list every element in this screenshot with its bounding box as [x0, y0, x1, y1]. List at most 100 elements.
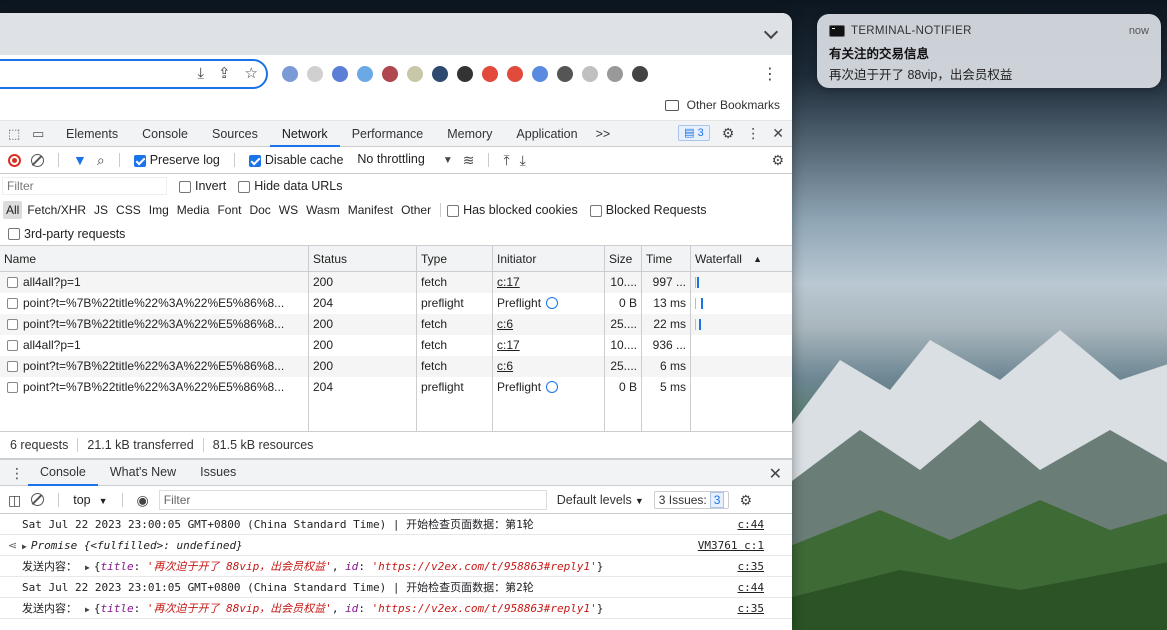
- console-issues-button[interactable]: 3 Issues: 3: [653, 490, 730, 509]
- extension-icon[interactable]: [582, 66, 598, 82]
- drawer-menu-icon[interactable]: ⋮: [10, 465, 24, 481]
- invert-checkbox[interactable]: Invert: [179, 179, 226, 193]
- row-checkbox-icon[interactable]: [7, 277, 18, 289]
- third-party-checkbox[interactable]: 3rd-party requests: [8, 227, 125, 241]
- source-link[interactable]: c:44: [738, 514, 765, 535]
- drawer-tab-issues[interactable]: Issues: [188, 460, 248, 486]
- extension-icon[interactable]: [282, 66, 298, 82]
- source-link[interactable]: c:35: [738, 556, 765, 577]
- blocked-requests-checkbox[interactable]: Blocked Requests: [589, 203, 707, 217]
- table-row[interactable]: point?t=%7B%22title%22%3A%22%E5%86%8... 2…: [0, 293, 792, 314]
- settings-gear-icon[interactable]: ⚙: [722, 125, 735, 141]
- log-levels-select[interactable]: Default levels ▼: [557, 493, 644, 507]
- type-filter-img[interactable]: Img: [146, 201, 172, 219]
- source-link[interactable]: VM3761 c:1: [698, 535, 764, 556]
- drawer-tab-console[interactable]: Console: [28, 460, 98, 486]
- source-link[interactable]: c:44: [738, 577, 765, 598]
- request-initiator[interactable]: c:6: [493, 356, 605, 377]
- console-settings-gear-icon[interactable]: ⚙: [739, 492, 752, 508]
- type-filter-doc[interactable]: Doc: [246, 201, 273, 219]
- col-size[interactable]: Size: [605, 246, 642, 271]
- table-row[interactable]: point?t=%7B%22title%22%3A%22%E5%86%8... 2…: [0, 314, 792, 335]
- row-checkbox-icon[interactable]: [7, 298, 18, 310]
- col-type[interactable]: Type: [417, 246, 493, 271]
- row-checkbox-icon[interactable]: [7, 319, 18, 331]
- install-icon[interactable]: ⤓: [197, 66, 204, 82]
- extension-icon[interactable]: [557, 66, 573, 82]
- notification-banner[interactable]: TERMINAL-NOTIFIER now 有关注的交易信息 再次迫于开了 88…: [817, 14, 1161, 88]
- request-name-cell[interactable]: all4all?p=1: [0, 335, 309, 356]
- tab-application[interactable]: Application: [504, 121, 589, 147]
- extension-icon[interactable]: [632, 66, 648, 82]
- request-initiator[interactable]: c:6: [493, 314, 605, 335]
- clear-icon[interactable]: [31, 153, 44, 167]
- network-filter-input[interactable]: Filter: [2, 177, 167, 195]
- issues-badge[interactable]: ▤ 3: [678, 125, 710, 141]
- col-time[interactable]: Time: [642, 246, 691, 271]
- type-filter-wasm[interactable]: Wasm: [303, 201, 343, 219]
- preserve-log-checkbox[interactable]: Preserve log: [133, 153, 220, 167]
- expand-triangle-icon[interactable]: ▶: [85, 605, 90, 614]
- table-row[interactable]: all4all?p=1 200 fetch c:17 10.... 936 ...: [0, 335, 792, 356]
- share-icon[interactable]: ⇪: [218, 66, 231, 82]
- initiator-value[interactable]: c:17: [497, 338, 520, 352]
- table-row[interactable]: all4all?p=1 200 fetch c:17 10.... 997 ...: [0, 272, 792, 293]
- tab-sources[interactable]: Sources: [200, 121, 270, 147]
- close-drawer-icon[interactable]: ✕: [769, 464, 782, 484]
- type-filter-other[interactable]: Other: [398, 201, 434, 219]
- network-settings-gear-icon[interactable]: ⚙: [771, 152, 784, 168]
- import-har-icon[interactable]: ⤒: [503, 152, 509, 168]
- hide-data-urls-checkbox[interactable]: Hide data URLs: [238, 179, 343, 193]
- browser-menu-icon[interactable]: ⋮: [762, 64, 778, 84]
- col-name[interactable]: Name: [0, 246, 309, 271]
- inspect-element-icon[interactable]: ⬚: [8, 126, 24, 141]
- tab-search-chevron-icon[interactable]: [763, 24, 779, 40]
- request-name-cell[interactable]: point?t=%7B%22title%22%3A%22%E5%86%8...: [0, 356, 309, 377]
- initiator-value[interactable]: c:6: [497, 317, 513, 331]
- tab-performance[interactable]: Performance: [340, 121, 436, 147]
- type-filter-all[interactable]: All: [3, 201, 23, 219]
- type-filter-manifest[interactable]: Manifest: [345, 201, 396, 219]
- clear-console-icon[interactable]: [31, 493, 45, 506]
- type-filter-css[interactable]: CSS: [113, 201, 144, 219]
- bookmark-star-icon[interactable]: ☆: [245, 66, 258, 82]
- network-conditions-icon[interactable]: ≋: [463, 152, 475, 168]
- initiator-value[interactable]: c:17: [497, 275, 520, 289]
- type-filter-fetchxhr[interactable]: Fetch/XHR: [24, 201, 89, 219]
- disable-cache-checkbox[interactable]: Disable cache: [248, 153, 343, 167]
- extension-icon[interactable]: [507, 66, 523, 82]
- other-bookmarks-folder[interactable]: Other Bookmarks: [664, 98, 780, 112]
- address-bar[interactable]: ⤓ ⇪ ☆: [0, 59, 268, 89]
- has-blocked-cookies-checkbox[interactable]: Has blocked cookies: [447, 203, 578, 217]
- extension-icon[interactable]: [307, 66, 323, 82]
- initiator-value[interactable]: c:6: [497, 359, 513, 373]
- col-waterfall[interactable]: Waterfall ▲: [691, 246, 774, 271]
- type-filter-media[interactable]: Media: [174, 201, 213, 219]
- expand-triangle-icon[interactable]: ▶: [85, 563, 90, 572]
- extension-icon[interactable]: [382, 66, 398, 82]
- tab-console[interactable]: Console: [130, 121, 200, 147]
- live-expression-eye-icon[interactable]: ◉: [137, 492, 149, 508]
- col-status[interactable]: Status: [309, 246, 417, 271]
- request-name-cell[interactable]: all4all?p=1: [0, 272, 309, 293]
- request-initiator[interactable]: c:17: [493, 272, 605, 293]
- export-har-icon[interactable]: ⤓: [520, 152, 526, 168]
- extension-icon[interactable]: [482, 66, 498, 82]
- extension-icon[interactable]: [407, 66, 423, 82]
- request-name-cell[interactable]: point?t=%7B%22title%22%3A%22%E5%86%8...: [0, 314, 309, 335]
- sidebar-toggle-icon[interactable]: ◫: [8, 492, 21, 508]
- more-tabs-button[interactable]: >>: [590, 121, 617, 147]
- table-row[interactable]: point?t=%7B%22title%22%3A%22%E5%86%8... 2…: [0, 356, 792, 377]
- tab-elements[interactable]: Elements: [54, 121, 130, 147]
- request-name-cell[interactable]: point?t=%7B%22title%22%3A%22%E5%86%8...: [0, 377, 309, 398]
- extension-icon[interactable]: [532, 66, 548, 82]
- type-filter-js[interactable]: JS: [91, 201, 111, 219]
- type-filter-font[interactable]: Font: [214, 201, 244, 219]
- row-checkbox-icon[interactable]: [7, 361, 18, 373]
- expand-triangle-icon[interactable]: ▶: [22, 542, 27, 551]
- filter-funnel-icon[interactable]: ▼: [73, 152, 87, 168]
- extension-icon[interactable]: [457, 66, 473, 82]
- tab-memory[interactable]: Memory: [435, 121, 504, 147]
- close-devtools-icon[interactable]: ✕: [772, 125, 784, 141]
- throttling-select[interactable]: No throttling ▼: [353, 152, 452, 169]
